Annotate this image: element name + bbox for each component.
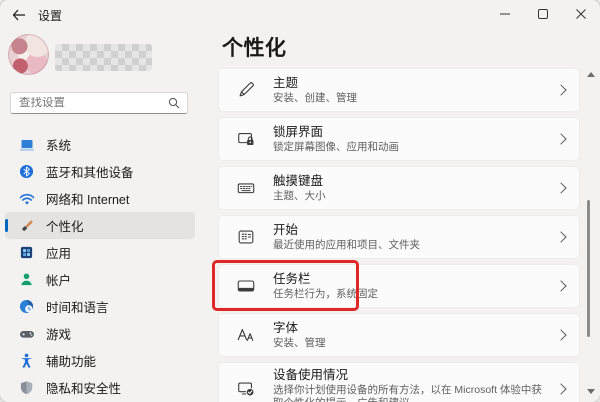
row-subtitle: 安装、管理 — [273, 337, 547, 350]
row-taskbar[interactable]: 任务栏 任务栏行为，系统固定 — [218, 264, 580, 308]
sidebar-item-label: 系统 — [46, 135, 71, 154]
sidebar-item-network[interactable]: 网络和 Internet — [5, 185, 195, 212]
row-subtitle: 最近使用的应用和项目、文件夹 — [273, 239, 547, 252]
selected-indicator — [5, 219, 8, 232]
sidebar-nav: 系统 蓝牙和其他设备 网络和 Internet 个性化 应用 — [5, 131, 195, 401]
search-input[interactable] — [11, 97, 168, 109]
close-button[interactable] — [562, 0, 600, 28]
accessibility-icon — [18, 352, 35, 369]
chevron-right-icon — [555, 280, 566, 291]
row-themes[interactable]: 主题 安装、创建、管理 — [218, 68, 580, 112]
sidebar-item-label: 个性化 — [46, 216, 84, 235]
sidebar-item-accounts[interactable]: 帐户 — [5, 266, 195, 293]
row-title: 任务栏 — [273, 272, 547, 287]
settings-window: 设置 系统 — [0, 0, 600, 402]
sidebar-item-label: 辅助功能 — [46, 351, 96, 370]
row-subtitle: 主题、大小 — [273, 190, 547, 203]
sidebar-item-label: 隐私和安全性 — [46, 378, 121, 397]
row-title: 开始 — [273, 223, 547, 238]
apps-icon — [18, 244, 35, 261]
titlebar: 设置 — [0, 0, 600, 30]
row-title: 设备使用情况 — [273, 368, 547, 383]
sidebar-item-system[interactable]: 系统 — [5, 131, 195, 158]
minimize-icon — [500, 9, 510, 19]
chevron-right-icon — [555, 329, 566, 340]
sidebar-item-personalization[interactable]: 个性化 — [5, 212, 195, 239]
close-icon — [576, 9, 586, 19]
fonts-icon — [234, 323, 258, 347]
time-language-icon — [18, 298, 35, 315]
network-icon — [18, 190, 35, 207]
row-start[interactable]: 开始 最近使用的应用和项目、文件夹 — [218, 215, 580, 259]
taskbar-icon — [234, 274, 258, 298]
page-title: 个性化 — [222, 32, 287, 62]
sidebar-item-label: 应用 — [46, 243, 71, 262]
app-title: 设置 — [38, 7, 62, 24]
lock-screen-icon — [234, 127, 258, 151]
sidebar-item-label: 游戏 — [46, 324, 71, 343]
system-icon — [18, 136, 35, 153]
touch-keyboard-icon — [234, 176, 258, 200]
scrollbar-up-arrow-icon[interactable] — [587, 72, 595, 77]
privacy-icon — [18, 379, 35, 396]
row-title: 主题 — [273, 76, 547, 91]
personalization-icon — [18, 217, 35, 234]
sidebar-item-label: 时间和语言 — [46, 297, 109, 316]
row-subtitle: 安装、创建、管理 — [273, 92, 547, 105]
sidebar-item-privacy[interactable]: 隐私和安全性 — [5, 374, 195, 401]
sidebar-item-label: 蓝牙和其他设备 — [46, 162, 134, 181]
sidebar-item-time-language[interactable]: 时间和语言 — [5, 293, 195, 320]
row-title: 字体 — [273, 321, 547, 336]
start-icon — [234, 225, 258, 249]
sidebar-item-bluetooth[interactable]: 蓝牙和其他设备 — [5, 158, 195, 185]
sidebar-item-accessibility[interactable]: 辅助功能 — [5, 347, 195, 374]
chevron-right-icon — [555, 383, 566, 394]
back-arrow-icon — [12, 9, 26, 21]
row-touch-keyboard[interactable]: 触摸键盘 主题、大小 — [218, 166, 580, 210]
minimize-button[interactable] — [486, 0, 524, 28]
bluetooth-icon — [18, 163, 35, 180]
row-title: 触摸键盘 — [273, 174, 547, 189]
chevron-right-icon — [555, 133, 566, 144]
chevron-right-icon — [555, 182, 566, 193]
sidebar-item-apps[interactable]: 应用 — [5, 239, 195, 266]
maximize-button[interactable] — [524, 0, 562, 28]
gaming-icon — [18, 325, 35, 342]
maximize-icon — [538, 9, 548, 19]
search-icon — [168, 97, 180, 109]
row-title: 锁屏界面 — [273, 125, 547, 140]
sidebar-item-label: 帐户 — [46, 270, 71, 289]
row-subtitle: 任务栏行为，系统固定 — [273, 288, 547, 301]
search-box[interactable] — [10, 92, 188, 114]
themes-icon — [234, 78, 258, 102]
chevron-right-icon — [555, 231, 566, 242]
row-subtitle: 选择你计划使用设备的所有方法，以在 Microsoft 体验中获取个性化的提示、… — [273, 384, 547, 402]
row-lock-screen[interactable]: 锁屏界面 锁定屏幕图像、应用和动画 — [218, 117, 580, 161]
scrollbar-down-arrow-icon[interactable] — [587, 389, 595, 394]
row-device-usage[interactable]: 设备使用情况 选择你计划使用设备的所有方法，以在 Microsoft 体验中获取… — [218, 362, 580, 402]
accounts-icon — [18, 271, 35, 288]
row-subtitle: 锁定屏幕图像、应用和动画 — [273, 141, 547, 154]
user-name-redacted — [55, 44, 152, 71]
chevron-right-icon — [555, 84, 566, 95]
user-avatar[interactable] — [8, 34, 49, 75]
window-controls — [486, 0, 600, 28]
sidebar-item-label: 网络和 Internet — [46, 189, 129, 208]
device-usage-icon — [234, 377, 258, 401]
settings-list: 主题 安装、创建、管理 锁屏界面 锁定屏幕图像、应用和动画 触摸键盘 主题、大小 — [218, 68, 580, 402]
scrollbar-thumb[interactable] — [587, 200, 590, 337]
back-button[interactable] — [4, 3, 34, 27]
sidebar-item-gaming[interactable]: 游戏 — [5, 320, 195, 347]
row-fonts[interactable]: 字体 安装、管理 — [218, 313, 580, 357]
